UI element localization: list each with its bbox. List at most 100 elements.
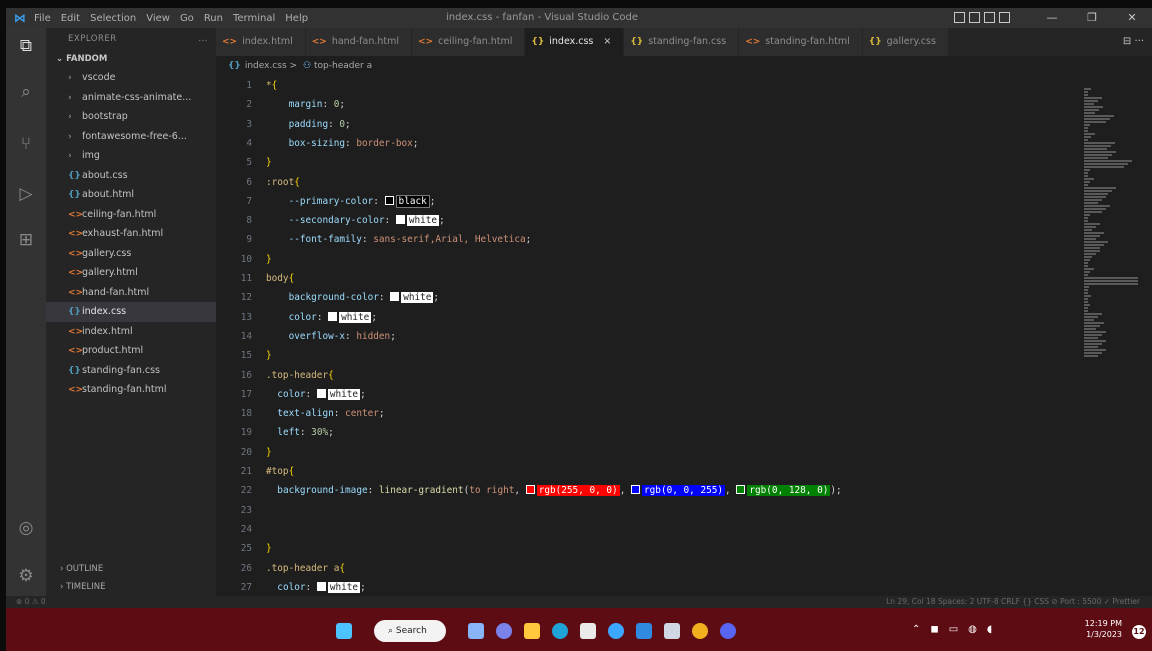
extensions-icon[interactable]: ⊞ [16, 230, 36, 250]
code-line[interactable]: 6:root{ [216, 173, 1086, 192]
menu-go[interactable]: Go [180, 13, 194, 24]
close-icon[interactable]: ✕ [1112, 8, 1152, 28]
color-swatch[interactable] [736, 485, 746, 495]
editor-tab[interactable]: <> ceiling-fan.html [412, 28, 526, 56]
color-swatch[interactable] [390, 292, 400, 302]
tree-item[interactable]: <>exhaust-fan.html [46, 224, 216, 244]
code-line[interactable]: 19 left: 30%; [216, 423, 1086, 442]
timeline-section[interactable]: › TIMELINE [46, 578, 216, 596]
code-line[interactable]: 3 padding: 0; [216, 115, 1086, 134]
editor-tab[interactable]: <> standing-fan.html [739, 28, 863, 56]
color-swatch[interactable] [395, 215, 405, 225]
account-icon[interactable]: ◎ [16, 518, 36, 538]
tree-item[interactable]: › vscode [46, 68, 216, 88]
breadcrumb-symbol[interactable]: top-header a [314, 61, 372, 71]
editor-tab[interactable]: <> index.html [216, 28, 306, 56]
tree-item[interactable]: {}about.html [46, 185, 216, 205]
volume-icon[interactable]: ◖ [987, 624, 992, 635]
color-swatch[interactable] [328, 311, 338, 321]
code-line[interactable]: 15} [216, 346, 1086, 365]
toggle-secondary-sidebar-icon[interactable] [984, 12, 995, 23]
display-icon[interactable]: ▭ [949, 624, 958, 635]
code-line[interactable]: 26 .top-header a{ [216, 559, 1086, 578]
app-icon-2[interactable] [664, 623, 680, 639]
toggle-sidebar-icon[interactable] [954, 12, 965, 23]
maximize-icon[interactable]: ❐ [1072, 8, 1112, 28]
color-swatch[interactable] [384, 195, 394, 205]
network-icon[interactable]: ◍ [968, 624, 977, 635]
store-icon[interactable] [580, 623, 596, 639]
code-line[interactable]: 18 text-align: center; [216, 404, 1086, 423]
code-line[interactable]: 4 box-sizing: border-box; [216, 134, 1086, 153]
tree-item[interactable]: <>standing-fan.html [46, 380, 216, 400]
color-swatch[interactable] [525, 485, 535, 495]
teams-icon[interactable] [496, 623, 512, 639]
file-explorer-icon[interactable] [524, 623, 540, 639]
vscode-taskbar-icon[interactable] [636, 623, 652, 639]
tree-item[interactable]: <>index.html [46, 322, 216, 342]
close-tab-icon[interactable]: × [603, 36, 611, 47]
code-line[interactable]: 7 --primary-color: black; [216, 192, 1086, 211]
tray-app-icon[interactable]: ◼ [930, 624, 938, 635]
tree-item[interactable]: › img [46, 146, 216, 166]
search-icon[interactable]: ⌕ [16, 82, 36, 102]
status-right-items[interactable]: Ln 29, Col 18 Spaces: 2 UTF-8 CRLF {} CS… [886, 596, 1140, 608]
toggle-panel-icon[interactable] [969, 12, 980, 23]
code-line[interactable]: 25} [216, 539, 1086, 558]
notification-badge[interactable]: 12 [1132, 625, 1146, 639]
code-line[interactable]: 2 margin: 0; [216, 95, 1086, 114]
more-actions-icon[interactable]: ... [198, 28, 208, 50]
code-line[interactable]: 1 *{ [216, 76, 1086, 95]
tree-item[interactable]: › fontawesome-free-6... [46, 127, 216, 147]
tree-item[interactable]: <>gallery.css [46, 244, 216, 264]
windows-start-icon[interactable] [336, 623, 352, 639]
chevron-up-icon[interactable]: ⌃ [912, 624, 920, 635]
explorer-icon[interactable]: ⧉ [16, 36, 36, 56]
code-line[interactable]: 27 color: white; [216, 578, 1086, 596]
tree-item[interactable]: <>hand-fan.html [46, 283, 216, 303]
minimize-icon[interactable]: — [1032, 8, 1072, 28]
editor-tab[interactable]: {} standing-fan.css [624, 28, 740, 56]
clock[interactable]: 12:19 PM 1/3/2023 [1085, 618, 1122, 640]
tree-item[interactable]: <>ceiling-fan.html [46, 205, 216, 225]
code-line[interactable]: 11 body{ [216, 269, 1086, 288]
tree-item[interactable]: › bootstrap [46, 107, 216, 127]
color-swatch[interactable] [316, 581, 326, 591]
task-view-icon[interactable] [468, 623, 484, 639]
customize-layout-icon[interactable] [999, 12, 1010, 23]
split-editor-icon[interactable]: ⊟ ··· [1123, 28, 1144, 56]
menu-selection[interactable]: Selection [90, 13, 136, 24]
code-line[interactable]: 24 [216, 520, 1086, 539]
tree-item[interactable]: <>gallery.html [46, 263, 216, 283]
source-control-icon[interactable]: ⑂ [16, 134, 36, 154]
code-line[interactable]: 8 --secondary-color: white; [216, 211, 1086, 230]
code-line[interactable]: 9 --font-family: sans-serif,Arial, Helve… [216, 230, 1086, 249]
code-line[interactable]: 22 background-image: linear-gradient(to … [216, 481, 1086, 500]
code-line[interactable]: 20} [216, 443, 1086, 462]
edge-icon[interactable] [552, 623, 568, 639]
menu-view[interactable]: View [146, 13, 170, 24]
code-line[interactable]: 12 background-color: white; [216, 288, 1086, 307]
outline-section[interactable]: › OUTLINE [46, 560, 216, 578]
editor-tab[interactable]: {} index.css × [525, 28, 625, 56]
menu-file[interactable]: File [34, 13, 51, 24]
menu-help[interactable]: Help [285, 13, 308, 24]
minimap[interactable] [1084, 88, 1138, 388]
run-debug-icon[interactable]: ▷ [16, 184, 36, 204]
app-icon[interactable] [608, 623, 624, 639]
tree-item[interactable]: {}about.css [46, 166, 216, 186]
chrome-icon[interactable] [692, 623, 708, 639]
breadcrumb-file[interactable]: index.css [245, 61, 287, 71]
code-editor[interactable]: 1 *{2 margin: 0; 3 padding: 0; 4 box-sizing… [216, 76, 1152, 596]
menu-edit[interactable]: Edit [61, 13, 80, 24]
code-line[interactable]: 23 [216, 501, 1086, 520]
code-line[interactable]: 10} [216, 250, 1086, 269]
color-swatch[interactable] [631, 485, 641, 495]
tree-item[interactable]: {}index.css [46, 302, 216, 322]
taskbar-search[interactable]: ⌕ Search [374, 620, 446, 642]
menu-terminal[interactable]: Terminal [233, 13, 275, 24]
code-line[interactable]: 13 color: white; [216, 308, 1086, 327]
code-line[interactable]: 21 #top{ [216, 462, 1086, 481]
tree-item[interactable]: › animate-css-animate... [46, 88, 216, 108]
menu-run[interactable]: Run [204, 13, 223, 24]
